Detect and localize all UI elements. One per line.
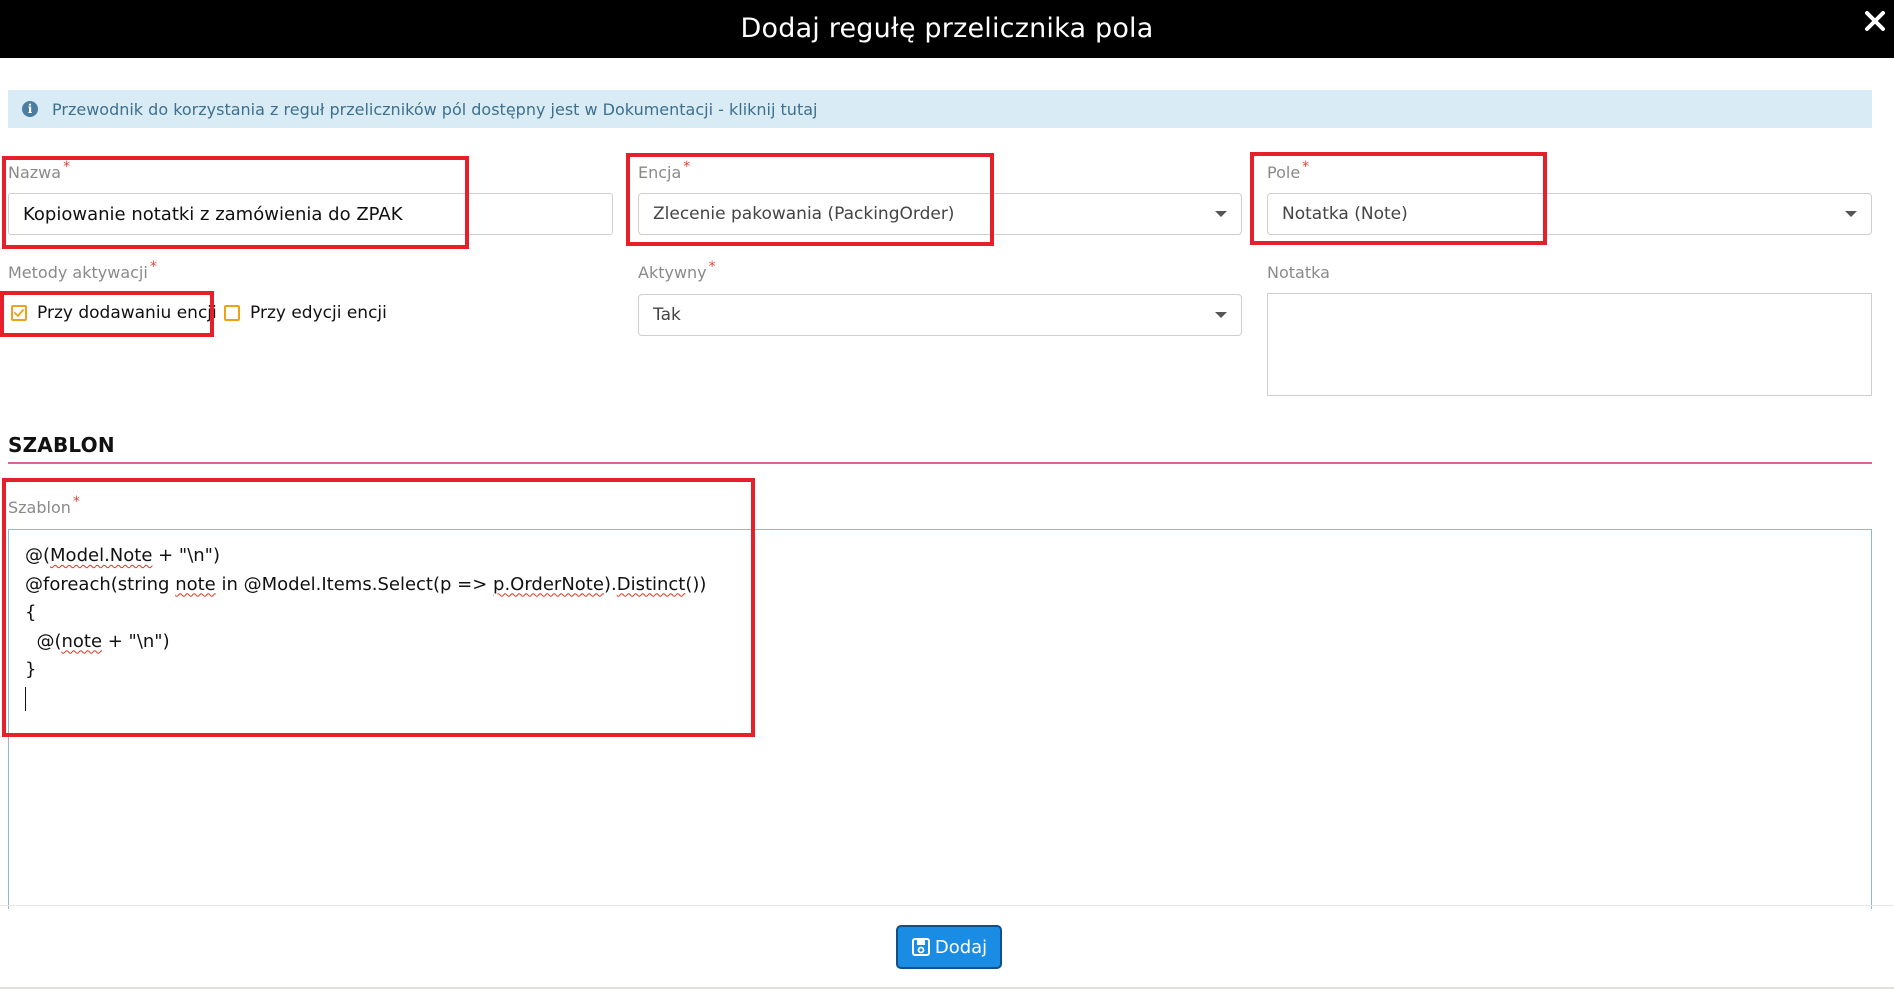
template-section-title: SZABLON [8,433,115,457]
footer-divider [0,905,1894,906]
field-selected-value: Notatka (Note) [1282,204,1408,224]
checkbox-unchecked[interactable] [224,305,240,321]
check-icon [14,309,24,317]
checkbox-on-edit[interactable]: Przy edycji encji [224,303,387,323]
info-icon: i [22,101,38,117]
spellcheck-flagged-token: p.OrderNote [493,573,604,595]
checkbox-label-on-add: Przy dodawaniu encji [37,303,217,323]
code-token: @( [25,545,51,566]
field-label: Pole * [1267,159,1310,182]
name-input[interactable] [8,193,613,235]
chevron-down-icon [1215,211,1227,217]
info-text[interactable]: Przewodnik do korzystania z reguł przeli… [52,100,817,119]
documentation-info-banner[interactable]: i Przewodnik do korzystania z reguł prze… [8,90,1872,128]
close-icon[interactable] [1860,6,1890,36]
add-button[interactable]: Dodaj [896,925,1002,969]
code-line: @(Model.Note + "\n") [25,542,1855,571]
code-token: in @Model.Items.Select(p => [215,573,494,595]
active-select[interactable]: Tak [638,294,1242,336]
spellcheck-flagged-token: note [61,630,103,652]
code-line-cursor [25,685,1855,714]
name-label: Nazwa * [8,159,71,182]
checkbox-on-add[interactable]: Przy dodawaniu encji [11,303,217,323]
code-token: + "\n") [152,545,220,566]
checkbox-label-on-edit: Przy edycji encji [250,303,387,323]
code-token: + "\n") [102,630,170,652]
note-label: Notatka [1267,263,1330,282]
code-token: ()) [685,573,707,595]
entity-select[interactable]: Zlecenie pakowania (PackingOrder) [638,193,1242,235]
template-label: Szablon * [8,494,80,517]
spellcheck-flagged-token: note [175,573,216,595]
code-line: @(note + "\n") [25,628,1855,657]
active-selected-value: Tak [653,305,681,325]
floppy-disk-icon [911,938,930,956]
code-token: { [25,602,37,623]
template-code-editor[interactable]: @(Model.Note + "\n") @foreach(string note… [8,529,1872,909]
field-select[interactable]: Notatka (Note) [1267,193,1872,235]
text-cursor [25,686,26,711]
code-token: @( [25,630,62,652]
chevron-down-icon [1215,312,1227,318]
modal-title: Dodaj regułę przelicznika pola [740,13,1154,44]
active-label: Aktywny * [638,259,716,282]
checkbox-checked[interactable] [11,305,27,321]
code-token: } [25,659,37,680]
add-button-label: Dodaj [934,936,988,958]
code-line: @foreach(string note in @Model.Items.Sel… [25,571,1855,600]
activation-methods-label: Metody aktywacji * [8,259,157,282]
footer-bottom-border [0,987,1894,989]
entity-selected-value: Zlecenie pakowania (PackingOrder) [653,204,955,224]
spellcheck-flagged-token: Model.Note [50,545,153,566]
code-line: } [25,656,1855,685]
spellcheck-flagged-token: Distinct [616,573,686,595]
code-token: ). [603,573,617,595]
note-textarea[interactable] [1267,293,1872,396]
code-token: @foreach(string [25,573,176,595]
section-divider [8,462,1872,464]
chevron-down-icon [1845,211,1857,217]
code-line: { [25,599,1855,628]
entity-label: Encja * [638,159,691,182]
modal-header: Dodaj regułę przelicznika pola [0,0,1894,58]
